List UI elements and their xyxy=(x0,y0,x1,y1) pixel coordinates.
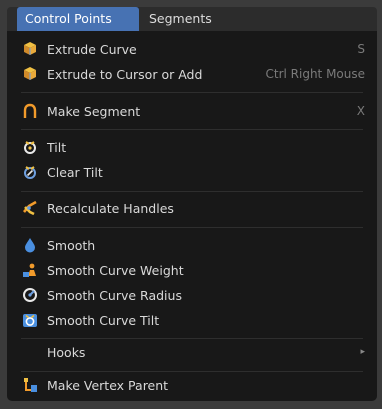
menu-separator xyxy=(21,338,363,339)
blank-icon xyxy=(21,343,39,361)
menu-separator xyxy=(21,92,363,93)
radius-icon xyxy=(21,286,39,304)
menu-item-hooks[interactable]: Hooks ▸ xyxy=(15,340,369,364)
menu-item-label: Make Segment xyxy=(47,103,141,119)
menu-item-make-segment[interactable]: Make Segment X xyxy=(15,99,369,123)
menu-item-label: Make Vertex Parent xyxy=(47,377,169,393)
menu-item-smooth-curve-weight[interactable]: Smooth Curve Weight xyxy=(15,258,369,282)
menu-item-make-vertex-parent[interactable]: Make Vertex Parent xyxy=(15,373,369,397)
menu-item-label: Clear Tilt xyxy=(47,164,103,180)
menu-tab-bar: Control Points Segments xyxy=(7,7,377,31)
weight-icon xyxy=(21,261,39,279)
vertex-parent-icon xyxy=(21,376,39,394)
menu-separator xyxy=(21,129,363,130)
menu-item-clear-tilt[interactable]: Clear Tilt xyxy=(15,160,369,184)
menu-frame: Control Points Segments Extrude Curve S xyxy=(0,0,382,409)
menu-item-shortcut: S xyxy=(357,42,365,56)
menu-item-smooth-curve-tilt[interactable]: Smooth Curve Tilt xyxy=(15,308,369,332)
menu-item-label: Hooks xyxy=(47,344,86,360)
menu-item-label: Smooth Curve Tilt xyxy=(47,312,160,328)
menu-item-smooth[interactable]: Smooth xyxy=(15,233,369,257)
menu-item-label: Smooth Curve Weight xyxy=(47,262,184,278)
menu-item-tilt[interactable]: Tilt xyxy=(15,135,369,159)
clear-tilt-icon xyxy=(21,163,39,181)
handles-icon xyxy=(21,199,39,217)
smooth-drop-icon xyxy=(21,236,39,254)
menu-item-extrude-to-cursor[interactable]: Extrude to Cursor or Add Ctrl Right Mous… xyxy=(15,62,369,86)
extrude-icon xyxy=(21,65,39,83)
submenu-arrow-icon: ▸ xyxy=(360,347,365,357)
segment-arch-icon xyxy=(21,102,39,120)
menu-item-smooth-curve-radius[interactable]: Smooth Curve Radius xyxy=(15,283,369,307)
menu-item-label: Extrude Curve xyxy=(47,41,137,57)
menu-item-recalculate-handles[interactable]: Recalculate Handles xyxy=(15,196,369,220)
control-points-menu: Extrude Curve S Extrude to Cursor or Add… xyxy=(7,31,377,401)
menu-item-label: Smooth Curve Radius xyxy=(47,287,182,303)
menu-item-shortcut: X xyxy=(356,104,365,118)
tab-segments[interactable]: Segments xyxy=(141,7,231,31)
menu-separator xyxy=(21,227,363,228)
menu-item-shortcut: Ctrl Right Mouse xyxy=(265,67,365,81)
curve-tilt-icon xyxy=(21,311,39,329)
menu-item-label: Recalculate Handles xyxy=(47,200,174,216)
tilt-icon xyxy=(21,138,39,156)
tab-control-points[interactable]: Control Points xyxy=(17,7,139,31)
menu-item-label: Extrude to Cursor or Add xyxy=(47,66,203,82)
extrude-icon xyxy=(21,40,39,58)
menu-item-label: Smooth xyxy=(47,237,96,253)
menu-item-label: Tilt xyxy=(47,139,67,155)
menu-item-extrude-curve[interactable]: Extrude Curve S xyxy=(15,37,369,61)
menu-separator xyxy=(21,191,363,192)
menu-separator xyxy=(21,371,363,372)
